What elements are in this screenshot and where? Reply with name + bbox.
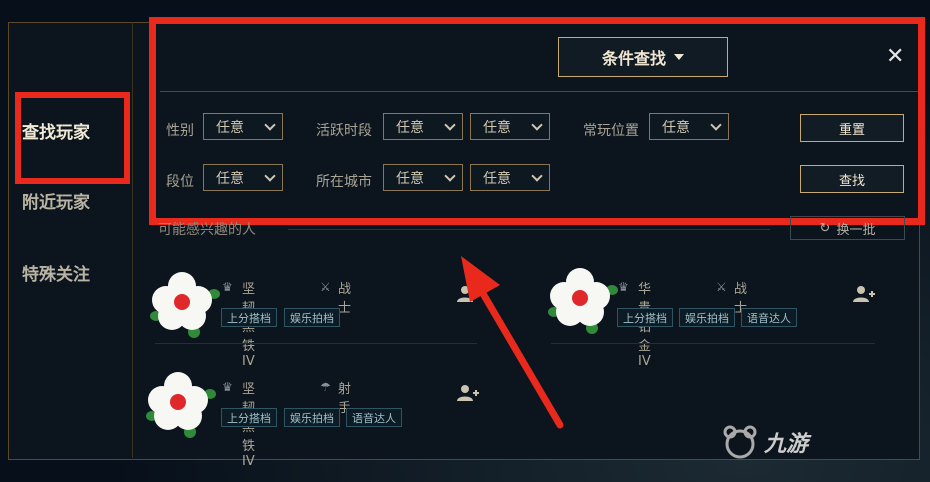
watermark-text: 九游 [764,432,809,457]
watermark-logo-icon [723,425,757,459]
annotation-arrow-icon [461,256,564,429]
watermark: 九游 [722,424,808,460]
